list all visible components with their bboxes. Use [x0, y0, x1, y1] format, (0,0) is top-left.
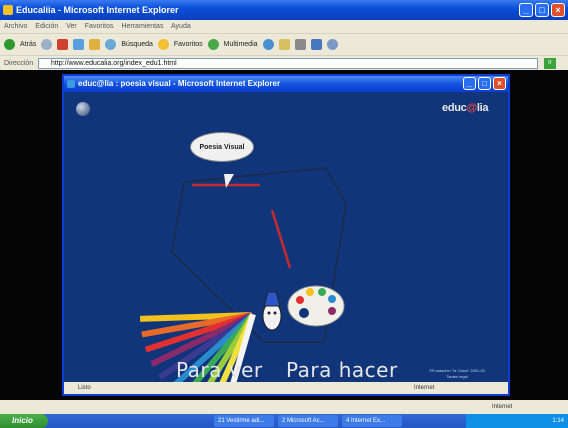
flash-stage: educ@lia Poesia Visual Para ver Para hac… [64, 92, 508, 382]
ie-icon [3, 5, 13, 15]
menu-item-favoritos[interactable]: Favoritos [85, 23, 114, 30]
go-button[interactable]: Ir [544, 58, 556, 69]
home-icon[interactable] [89, 39, 101, 50]
back-button[interactable]: Atrás [20, 41, 36, 48]
search-button[interactable]: Búsqueda [121, 41, 153, 48]
minimize-button[interactable]: _ [519, 3, 533, 17]
paint-palette [287, 285, 345, 327]
popup-close-button[interactable]: × [493, 77, 506, 90]
red-line-side [270, 209, 292, 269]
outer-status-bar: Internet [0, 400, 568, 414]
address-input[interactable]: http://www.educalia.org/index_edu1.html [38, 58, 538, 69]
outer-title-bar: Educaliia - Microsoft Internet Explorer … [0, 0, 568, 20]
taskbar-item[interactable]: 2 Microsoft Ac... [278, 415, 338, 427]
taskbar-item[interactable]: 21 Vestirme adi... [214, 415, 274, 427]
copyright-credit: ©Fundación "la Caixa" 2001-02 Tantes leg… [429, 368, 485, 379]
popup-title: educ@lia : poesia visual - Microsoft Int… [78, 79, 281, 88]
favorites-button[interactable]: Favoritos [174, 41, 203, 48]
popup-title-bar: educ@lia : poesia visual - Microsoft Int… [64, 76, 508, 92]
clock: 1:14 [552, 418, 564, 424]
address-bar: Dirección http://www.educalia.org/index_… [0, 55, 568, 70]
popup-status-bar: Listo Internet [64, 382, 508, 394]
address-label: Dirección [4, 60, 34, 67]
pencil-character [262, 291, 282, 331]
popup-window: educ@lia : poesia visual - Microsoft Int… [62, 74, 510, 396]
taskbar-item[interactable]: 4 Internet Ex... [342, 415, 402, 427]
system-tray: 1:14 [466, 414, 568, 428]
popup-minimize-button[interactable]: _ [463, 77, 476, 90]
stop-icon[interactable] [57, 39, 69, 50]
menu-item-ver[interactable]: Ver [66, 23, 77, 30]
para-ver-button[interactable]: Para ver [176, 358, 263, 382]
menu-item-archivo[interactable]: Archivo [4, 23, 27, 30]
poetry-illustration [139, 167, 347, 382]
toolbar: Atrás Búsqueda Favoritos Multimedia [0, 33, 568, 55]
outer-zone-label: Internet [492, 404, 513, 410]
history-icon[interactable] [262, 39, 274, 50]
multimedia-icon[interactable] [207, 39, 219, 50]
menu-item-ayuda[interactable]: Ayuda [171, 23, 191, 30]
mail-icon[interactable] [278, 39, 290, 50]
close-button[interactable]: × [551, 3, 565, 17]
popup-zone-label: Internet [414, 385, 435, 391]
menu-item-herramientas[interactable]: Herramientas [121, 23, 163, 30]
back-icon[interactable] [4, 39, 15, 50]
forward-icon[interactable] [41, 39, 53, 50]
favorites-icon[interactable] [157, 39, 169, 50]
maximize-button[interactable]: □ [535, 3, 549, 17]
ie-icon [67, 80, 75, 88]
menu-item-edicion[interactable]: Edición [35, 23, 58, 30]
messenger-icon[interactable] [326, 39, 338, 50]
multimedia-button[interactable]: Multimedia [224, 41, 258, 48]
taskbar: Inicio 21 Vestirme adi... 2 Microsoft Ac… [0, 414, 568, 428]
outer-browser-window: Educaliia - Microsoft Internet Explorer … [0, 0, 568, 428]
start-button[interactable]: Inicio [0, 414, 48, 428]
print-icon[interactable] [294, 39, 306, 50]
menu-bar: Archivo Edición Ver Favoritos Herramient… [0, 20, 568, 33]
edit-icon[interactable] [310, 39, 322, 50]
search-icon[interactable] [105, 39, 117, 50]
poesia-visual-bubble: Poesia Visual [190, 132, 254, 162]
refresh-icon[interactable] [73, 39, 85, 50]
outer-title: Educaliia - Microsoft Internet Explorer [16, 5, 179, 15]
popup-status-text: Listo [78, 385, 91, 391]
para-hacer-button[interactable]: Para hacer [286, 358, 398, 382]
popup-maximize-button[interactable]: □ [478, 77, 491, 90]
